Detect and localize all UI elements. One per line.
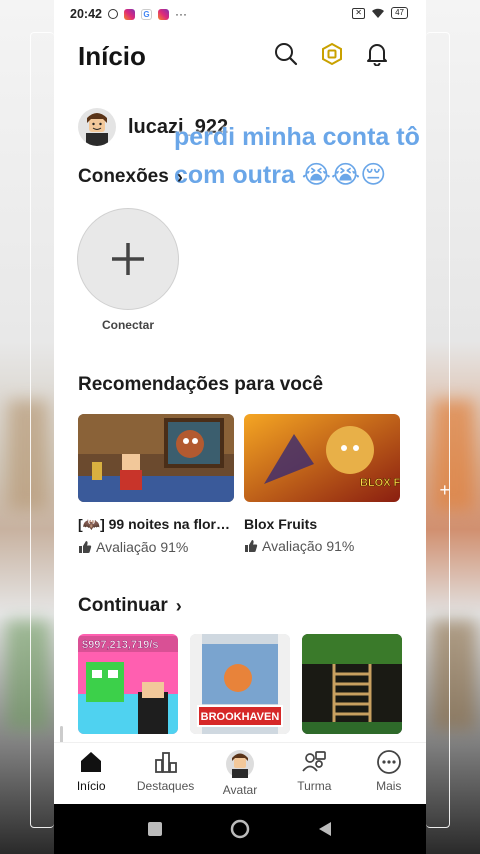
app-header: Início bbox=[54, 28, 426, 84]
connect-button[interactable]: Conectar bbox=[77, 208, 179, 332]
plus-icon bbox=[112, 243, 144, 275]
avatar[interactable] bbox=[78, 108, 116, 146]
notification-bell-icon[interactable] bbox=[366, 42, 388, 66]
connect-label: Conectar bbox=[101, 318, 154, 332]
robux-icon[interactable] bbox=[320, 42, 344, 66]
blox-fruits-logo: BLOX FRUITS bbox=[360, 477, 400, 489]
continue-game-thumbnail[interactable]: $997,213,719/s bbox=[78, 634, 178, 734]
nav-label: Avatar bbox=[222, 783, 258, 797]
continue-game-thumbnail[interactable] bbox=[302, 634, 402, 734]
continue-list: $997,213,719/s BROOKHAVEN bbox=[78, 634, 402, 734]
nav-avatar[interactable]: Avatar bbox=[205, 749, 275, 797]
thumbnail-text: $997,213,719/s bbox=[82, 639, 158, 651]
recommendations-header: Recomendações para você bbox=[78, 374, 323, 396]
more-notifications-icon: ··· bbox=[174, 7, 187, 21]
rating-text: Avaliação 91% bbox=[262, 538, 355, 554]
chevron-right-icon: › bbox=[175, 595, 182, 616]
group-icon bbox=[302, 751, 327, 772]
continue-header[interactable]: Continuar › bbox=[78, 595, 182, 617]
game-title[interactable]: [🦇] 99 noites na flor… bbox=[78, 516, 234, 533]
game-card[interactable]: [🦇] 99 noites na flor… Avaliação 91% bbox=[78, 414, 234, 555]
chevron-right-icon: › bbox=[176, 166, 183, 187]
search-icon[interactable] bbox=[274, 42, 298, 66]
recommendations-list: [🦇] 99 noites na flor… Avaliação 91% BLO… bbox=[78, 414, 400, 555]
nav-more[interactable]: Mais bbox=[354, 749, 424, 793]
frame-left bbox=[30, 32, 54, 828]
bottom-navigation: Início Destaques Avatar Turma Mais bbox=[54, 742, 426, 804]
game-thumbnail-blox-fruits[interactable]: BLOX FRUITS bbox=[244, 414, 400, 502]
battery-icon: 47 bbox=[391, 7, 408, 19]
recommendations-title: Recomendações para você bbox=[78, 374, 324, 395]
continue-title: Continuar bbox=[78, 595, 168, 616]
overlay-caption: perdi minha conta tô com outra 😭😭😔 bbox=[174, 123, 420, 189]
back-icon[interactable] bbox=[317, 821, 333, 837]
status-bar: 20:42 G ··· ✕ 47 bbox=[54, 0, 426, 28]
nav-label: Destaques bbox=[136, 779, 195, 793]
game-rating: Avaliação 91% bbox=[78, 539, 234, 555]
wifi-icon bbox=[372, 8, 385, 18]
connections-header[interactable]: Conexões › bbox=[78, 166, 183, 188]
nav-group[interactable]: Turma bbox=[279, 749, 349, 793]
frame-right bbox=[426, 32, 450, 828]
game-rating: Avaliação 91% bbox=[244, 538, 400, 554]
game-title[interactable]: Blox Fruits bbox=[244, 516, 400, 532]
nav-label: Turma bbox=[297, 779, 332, 793]
system-navigation-bar bbox=[54, 804, 426, 854]
plus-icon: + bbox=[439, 480, 450, 500]
google-icon: G bbox=[140, 8, 152, 20]
instagram-icon bbox=[157, 8, 169, 20]
nav-label: Início bbox=[76, 779, 106, 793]
recent-apps-icon[interactable] bbox=[147, 821, 163, 837]
phone-screen: 20:42 G ··· ✕ 47 Início lucazi_922 perdi… bbox=[54, 0, 426, 854]
game-thumbnail-99-nights[interactable] bbox=[78, 414, 234, 502]
x-box-icon: ✕ bbox=[352, 7, 366, 19]
charts-icon bbox=[154, 752, 177, 773]
page-title: Início bbox=[78, 40, 146, 71]
alarm-icon bbox=[107, 9, 118, 19]
nav-charts[interactable]: Destaques bbox=[131, 749, 201, 793]
home-icon bbox=[81, 752, 102, 772]
avatar-icon bbox=[225, 750, 254, 778]
rating-text: Avaliação 91% bbox=[96, 539, 189, 555]
nav-home[interactable]: Início bbox=[56, 749, 126, 793]
continue-game-thumbnail[interactable]: BROOKHAVEN bbox=[190, 634, 290, 734]
more-icon bbox=[376, 750, 401, 774]
thumbs-up-icon bbox=[79, 541, 92, 553]
thumbs-up-icon bbox=[245, 540, 258, 552]
connections-title: Conexões bbox=[78, 166, 169, 187]
game-card[interactable]: BLOX FRUITS Blox Fruits Avaliação 91% bbox=[244, 414, 400, 555]
clock: 20:42 bbox=[70, 7, 102, 21]
nav-label: Mais bbox=[376, 779, 402, 793]
connect-circle[interactable] bbox=[77, 208, 179, 310]
home-button-icon[interactable] bbox=[230, 819, 250, 839]
instagram-icon bbox=[123, 8, 135, 20]
thumbnail-text: BROOKHAVEN bbox=[201, 711, 280, 723]
